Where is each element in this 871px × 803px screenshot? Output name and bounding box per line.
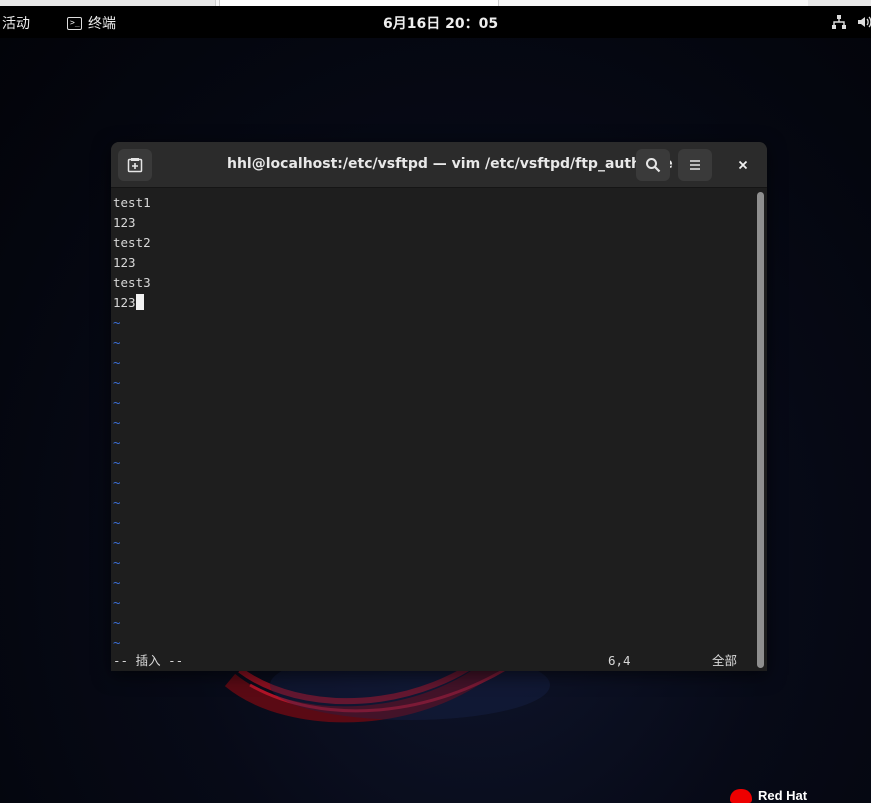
empty-line-tilde: ~ [113, 615, 121, 630]
hamburger-menu-button[interactable] [678, 149, 712, 181]
file-line-1: test1 [113, 195, 151, 210]
empty-line-tilde: ~ [113, 435, 121, 450]
app-menu-button[interactable]: >_ 终端 [67, 13, 116, 33]
empty-line-tilde: ~ [113, 595, 121, 610]
volume-icon[interactable] [857, 14, 871, 30]
empty-line-tilde: ~ [113, 555, 121, 570]
hamburger-menu-icon [690, 160, 700, 170]
scrollbar-thumb[interactable] [757, 192, 764, 668]
vim-scroll-percent: 全部 [712, 653, 738, 668]
vim-mode-indicator: -- 插入 -- [113, 653, 184, 668]
file-line-6: 123 [113, 293, 144, 313]
empty-line-tilde: ~ [113, 355, 121, 370]
redhat-logo-text: Red Hat [758, 788, 808, 803]
empty-line-tilde: ~ [113, 415, 121, 430]
redhat-hat-icon [730, 788, 752, 803]
terminal-scrollbar[interactable] [754, 189, 767, 671]
search-icon [646, 158, 661, 173]
file-line-3: test2 [113, 235, 151, 250]
close-button[interactable] [729, 149, 757, 181]
empty-line-tilde: ~ [113, 635, 121, 650]
new-tab-button[interactable] [118, 149, 152, 181]
file-line-2: 123 [113, 215, 136, 230]
close-icon [738, 160, 748, 170]
empty-line-tilde: ~ [113, 535, 121, 550]
terminal-app-icon: >_ [67, 16, 82, 30]
vim-cursor-position: 6,4 [608, 653, 631, 668]
terminal-text-area[interactable]: test1 123 test2 123 test3 123 ~ ~ ~ ~ ~ … [111, 189, 754, 671]
terminal-window[interactable]: hhl@localhost:/etc/vsftpd — vim /etc/vsf… [111, 142, 767, 671]
empty-line-tilde: ~ [113, 575, 121, 590]
empty-line-tilde: ~ [113, 475, 121, 490]
empty-line-tilde: ~ [113, 375, 121, 390]
clock[interactable]: 6月16日 20：05 [383, 13, 498, 33]
search-button[interactable] [636, 149, 670, 181]
text-cursor [135, 294, 144, 310]
app-menu-label: 终端 [88, 16, 116, 32]
terminal-headerbar[interactable]: hhl@localhost:/etc/vsftpd — vim /etc/vsf… [111, 142, 767, 188]
redhat-logo: Red Hat [730, 788, 807, 803]
activities-button[interactable]: 活动 [2, 13, 30, 33]
empty-line-tilde: ~ [113, 455, 121, 470]
empty-line-tilde: ~ [113, 515, 121, 530]
empty-line-tilde: ~ [113, 335, 121, 350]
network-icon[interactable] [831, 14, 847, 30]
window-title: hhl@localhost:/etc/vsftpd — vim /etc/vsf… [227, 156, 673, 172]
empty-line-tilde: ~ [113, 395, 121, 410]
file-line-4: 123 [113, 255, 136, 270]
empty-line-tilde: ~ [113, 315, 121, 330]
empty-line-tilde: ~ [113, 495, 121, 510]
file-line-5: test3 [113, 275, 151, 290]
gnome-top-bar: 活动 >_ 终端 6月16日 20：05 [0, 6, 871, 38]
system-tray[interactable] [831, 14, 871, 30]
new-tab-icon [127, 158, 143, 173]
file-line-6-text: 123 [113, 295, 136, 310]
